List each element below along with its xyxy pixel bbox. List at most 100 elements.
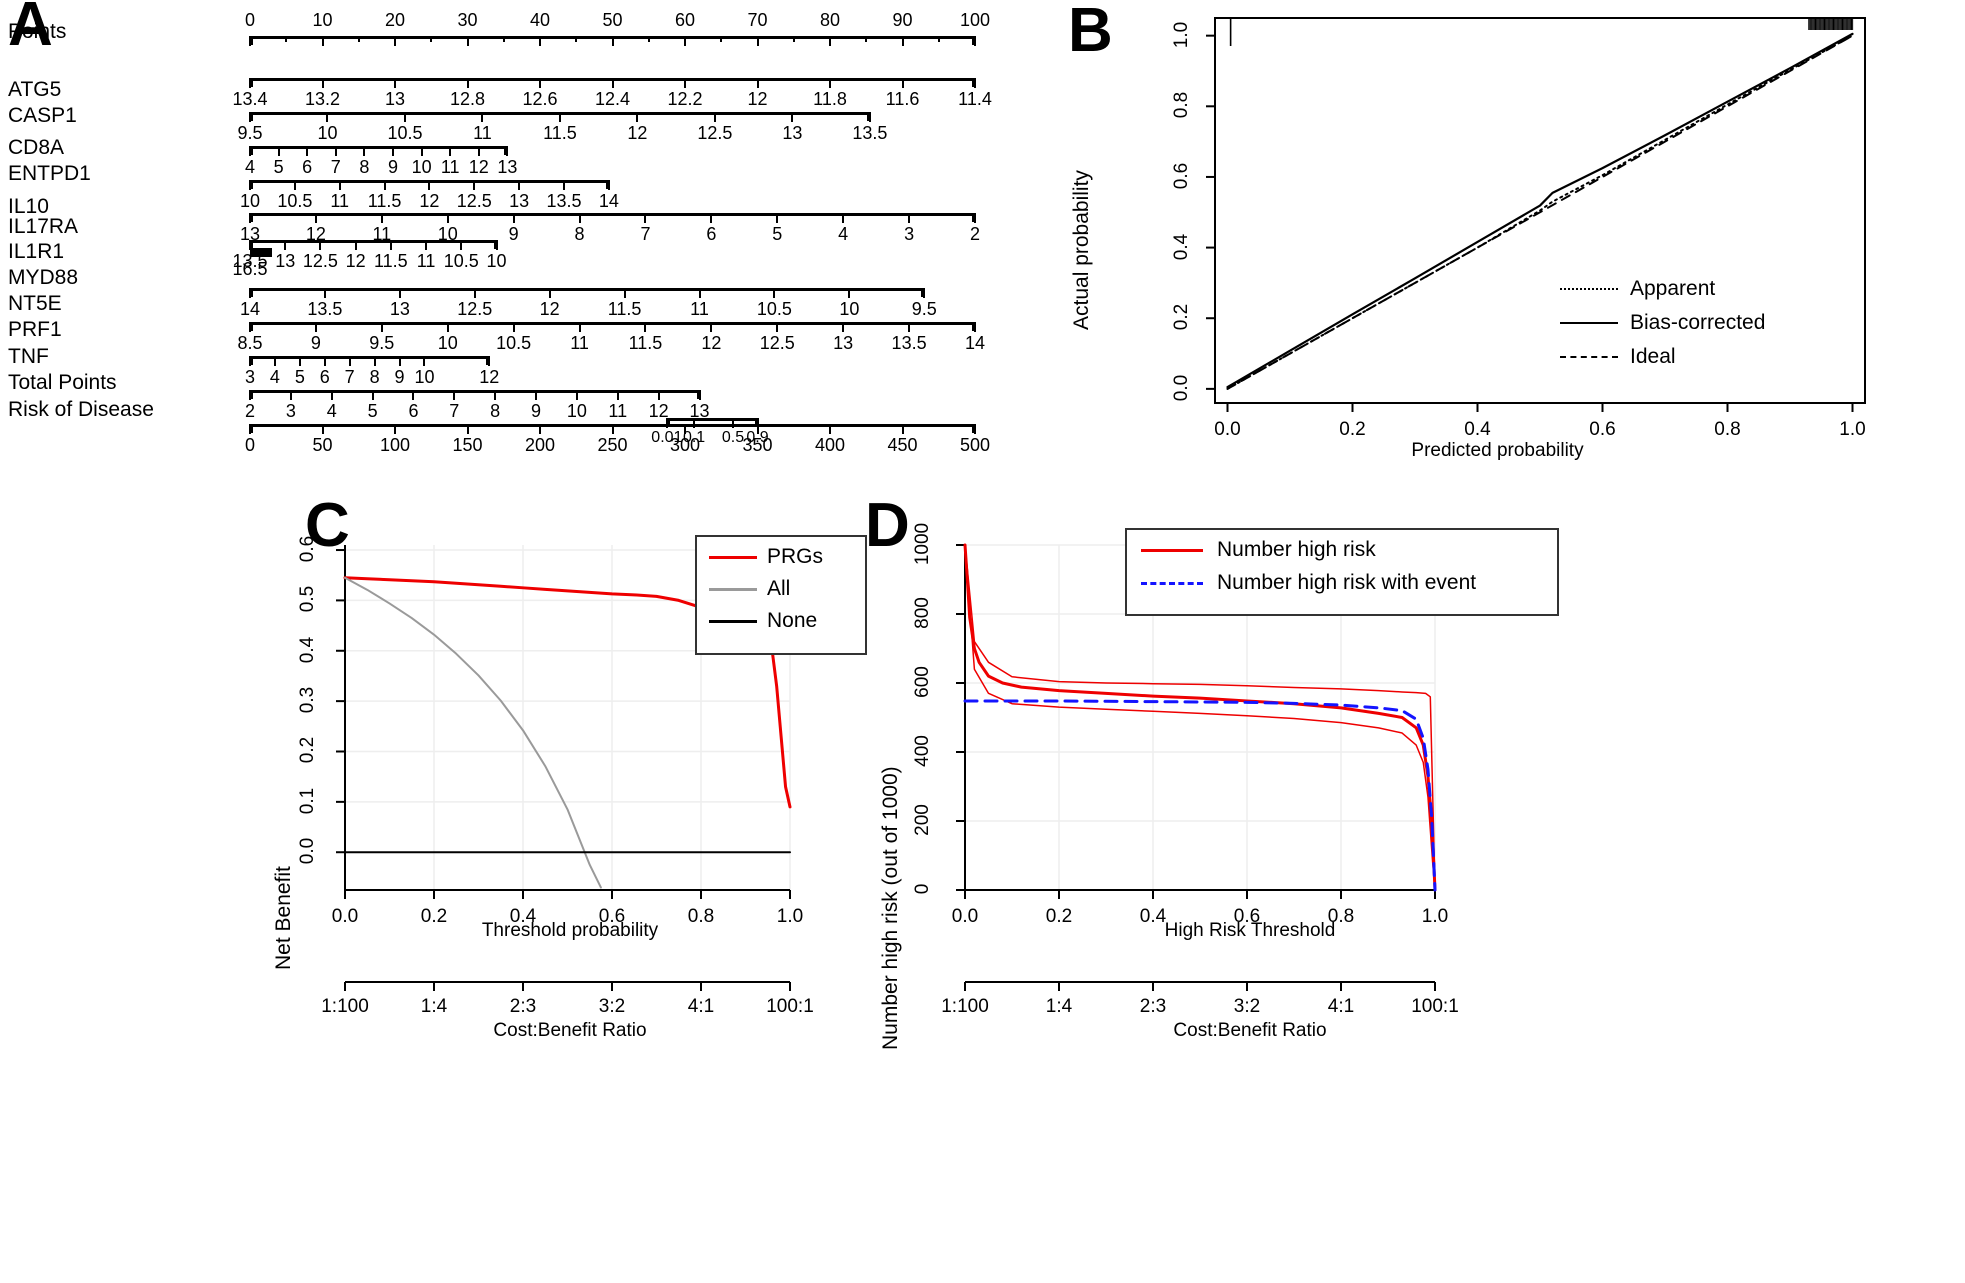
panel-d-cost-benefit-tick: 100:1 — [1411, 996, 1459, 1017]
nomogram-axis-myd88: 14 13.5 13 12.5 12 11.5 11 10.5 10 9.5 — [0, 288, 1010, 319]
nomogram-tick-label: 90 — [892, 10, 913, 30]
panel-c-legend-label: None — [767, 609, 818, 632]
nomogram-tick-label: 12 — [627, 123, 648, 143]
panel-d-xtick: 0.6 — [1233, 906, 1261, 927]
panel-d-risk-distribution: D Number high risk (out of 1000) High Ri… — [855, 490, 1645, 1280]
nomogram-tick-label: 8.5 — [237, 333, 263, 353]
nomogram-tick-label: 7 — [344, 367, 355, 387]
nomogram-tick-label: 13.4 — [232, 89, 268, 109]
panel-b-legend-label: Apparent — [1630, 277, 1716, 300]
nomogram-axis-tnf: 2 3 4 5 6 7 8 9 10 11 12 13 — [0, 390, 1010, 421]
nomogram-tick-label: 12.5 — [457, 299, 493, 319]
nomogram-tick-label: 9.5 — [237, 123, 263, 143]
panel-c-cost-benefit-tick: 1:4 — [420, 996, 448, 1017]
panel-d-legend-label: Number high risk — [1217, 538, 1376, 561]
nomogram-tick-label: 9 — [394, 367, 405, 387]
nomogram-tick-label: 13 — [497, 157, 518, 177]
panel-d-legend-line — [1141, 582, 1203, 585]
panel-c-ytick: 0.5 — [297, 586, 318, 613]
nomogram-minor-tick — [502, 36, 505, 42]
panel-c-cost-benefit-tick: 3:2 — [598, 996, 626, 1017]
nomogram-minor-tick — [647, 36, 650, 42]
nomogram-tick-label: 10.5 — [277, 191, 313, 211]
nomogram-tick-label: 10.5 — [387, 123, 423, 143]
panel-b-ytick: 0.8 — [1171, 92, 1192, 119]
panel-c-ytick: 0.3 — [297, 686, 318, 714]
panel-b-legend-line-solid — [1560, 322, 1618, 324]
panel-c-ytick: 0.1 — [297, 787, 318, 815]
panel-d-legend-item: Number high risk — [1127, 536, 1557, 569]
panel-d-xtick: 1.0 — [1421, 906, 1449, 927]
panel-d-ytick: 200 — [912, 804, 933, 836]
panel-d-xlabel2: Cost:Benefit Ratio — [1173, 1020, 1327, 1041]
nomogram-tick-label: 0.01 — [651, 429, 683, 446]
nomogram-tick-label: 12.5 — [697, 123, 733, 143]
nomogram-tick-label: 0.9 — [746, 429, 769, 446]
panel-c-legend-line — [709, 588, 757, 591]
nomogram-tick-label: 0.1 — [682, 429, 706, 446]
nomogram-tick-label: 9.5 — [911, 299, 937, 319]
panel-c-legend-label: PRGs — [767, 545, 824, 568]
panel-c-legend-line — [709, 620, 757, 623]
nomogram-tick-label: 14 — [598, 191, 619, 211]
panel-d-ylabel: Number high risk (out of 1000) — [879, 766, 902, 1050]
nomogram-tick-label: 11 — [690, 299, 709, 319]
panel-b-legend-item: Apparent — [1550, 275, 1820, 309]
panel-c-ytick: 0.6 — [297, 535, 318, 563]
nomogram-tick-label: 12 — [468, 157, 489, 177]
panel-c-legend-line — [709, 556, 757, 559]
nomogram-tick-label: 12 — [701, 333, 722, 353]
panel-c-xtick: 0.8 — [687, 906, 715, 927]
nomogram-tick-label: 13 — [833, 333, 854, 353]
nomogram-tick-label: 12.5 — [456, 191, 492, 211]
nomogram-tick-label: 10 — [317, 123, 338, 143]
nomogram-minor-tick — [865, 36, 868, 42]
panel-b-ytick: 0.0 — [1171, 374, 1192, 402]
nomogram-axis-il1r1: 16.5 — [0, 248, 1010, 279]
nomogram-tick-label: 0 — [244, 10, 256, 30]
panel-b-xtick: 0.6 — [1589, 419, 1616, 440]
nomogram-tick-label: 11 — [473, 123, 492, 143]
nomogram-tick-label: 13.5 — [307, 299, 343, 319]
panel-c-legend-item: All — [697, 575, 865, 607]
nomogram-tick-label: 10.5 — [756, 299, 792, 319]
nomogram-tick-label: 13 — [389, 299, 410, 319]
nomogram-tick-label: 12.6 — [522, 89, 558, 109]
nomogram-tick-label: 12.2 — [667, 89, 703, 109]
nomogram-axis-il10: 13 12 11 10 9 8 7 6 5 4 3 2 — [0, 213, 1010, 244]
nomogram-tick-label: 80 — [819, 10, 841, 30]
panel-b-legend-label: Bias-corrected — [1630, 311, 1766, 334]
nomogram-tick-label: 100 — [959, 10, 991, 30]
nomogram-tick-label: 6 — [319, 367, 330, 387]
nomogram-axis-entpd1: 10 10.5 11 11.5 12 12.5 13 13.5 14 — [0, 180, 1010, 211]
nomogram-tick-label: 13.5 — [891, 333, 927, 353]
nomogram-minor-tick — [575, 36, 578, 42]
nomogram-tick-label: 7 — [330, 157, 341, 177]
panel-b-xtick: 1.0 — [1839, 419, 1866, 440]
nomogram-minor-tick — [720, 36, 723, 42]
panel-c-ytick: 0.2 — [297, 737, 318, 764]
nomogram-tick-label: 3 — [244, 367, 256, 387]
panel-d-cost-benefit-tick: 2:3 — [1139, 996, 1167, 1017]
nomogram-tick-label: 10 — [312, 10, 333, 30]
nomogram-tick-label: 11.5 — [367, 191, 402, 211]
nomogram-tick-label: 11.8 — [813, 89, 847, 109]
nomogram-tick-label: 8 — [359, 157, 370, 177]
nomogram-tick-label: 10 — [437, 333, 458, 353]
nomogram-axis-atg5: 13.4 13.2 13 12.8 12.6 12.4 12.2 12 11.8 11.6 11.4 — [0, 78, 1010, 109]
nomogram-tick-label: 13.5 — [546, 191, 582, 211]
panel-c-ytick: 0.4 — [297, 636, 318, 663]
panel-c-cost-benefit-tick: 100:1 — [766, 996, 814, 1017]
nomogram-tick-label: 40 — [529, 10, 551, 30]
panel-d-ytick: 1000 — [912, 522, 933, 566]
nomogram-tick-label: 6 — [302, 157, 313, 177]
nomogram-tick-label: 70 — [747, 10, 768, 30]
nomogram-tick-label: 30 — [457, 10, 478, 30]
panel-c-xtick: 0.2 — [420, 906, 448, 927]
nomogram-axis-nt5e: 8.5 9 9.5 10 10.5 11 11.5 12 12.5 13 13.5 14 — [0, 322, 1010, 353]
nomogram-tick-label: 11.4 — [958, 89, 992, 109]
panel-c-ylabel: Net Benefit — [272, 866, 295, 970]
nomogram-tick-label: 13 — [384, 89, 406, 109]
nomogram-tick-label: 12.5 — [759, 333, 795, 353]
panel-b-xtick: 0.8 — [1714, 419, 1741, 440]
